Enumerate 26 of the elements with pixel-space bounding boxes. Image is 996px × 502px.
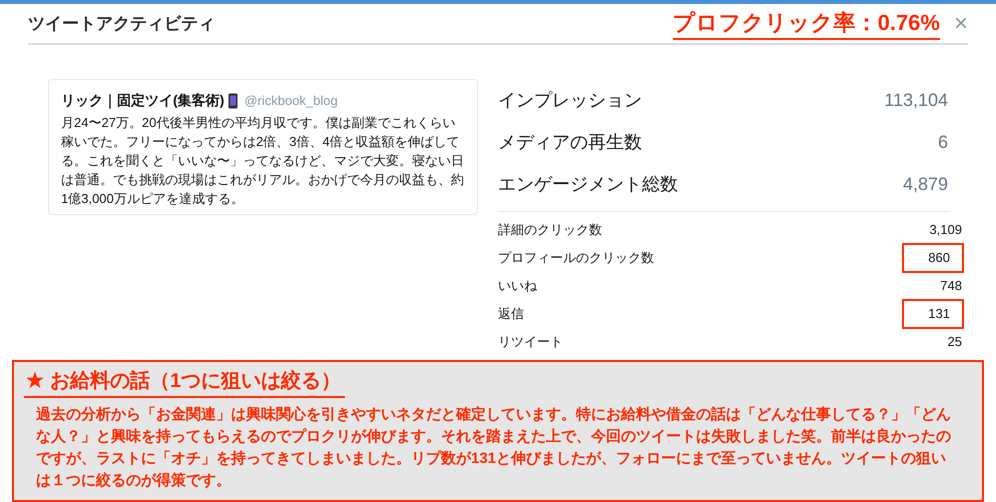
detail-label: 返信: [498, 305, 524, 324]
detail-value: 3,109: [928, 221, 963, 240]
metric-value: 4,879: [902, 172, 948, 196]
star-icon: ★: [26, 366, 44, 396]
detail-value: 748: [939, 277, 963, 296]
detail-value: 25: [946, 333, 963, 352]
metric-label: エンゲージメント総数: [498, 172, 678, 196]
note-heading: お給料の話（1つに狙いは絞る）: [50, 368, 342, 394]
metric-value: 6: [938, 130, 948, 154]
dialog-title: ツイートアクティビティ: [28, 12, 215, 35]
detail-label: いいね: [498, 277, 537, 296]
detail-label: リツイート: [498, 333, 563, 352]
phone-icon: [228, 92, 238, 108]
annotation-text: プロフクリック率：0.76%: [672, 8, 940, 40]
tweet-text: 月24〜27万。20代後半男性の平均月収です。僕は副業でこれくらい稼いでた。フリーになってからは2倍、3倍、4倍と収益額を伸ばしてる。これを聞くと「いいな〜」ってなるけど、マジで大変。寝ない日は普通。でも挑戦の現場はこれがリアル。おかげで今月の収益も、約1億3,000万ルピアを達成する。: [61, 114, 465, 208]
metric-label: インプレッション: [498, 88, 642, 112]
detail-label: プロフィールのクリック数: [498, 249, 654, 268]
metric-label: メディアの再生数: [498, 130, 642, 154]
author-handle: @rickbook_blog: [244, 92, 338, 110]
note-text: 過去の分析から「お金関連」は興味関心を引きやすいネタだと確定しています。特にお給料や借金の話は「どんな仕事してる？」「どんな人？」と興味を持ってもらえるのでプロクリが伸びます。それを踏まえた上で、今回のツイートは失敗しました笑。前半は良かったのですが、ラストに「オチ」を持ってきてしまいました。リプ数が131と伸びましたが、フォローにまで至っていません。ツイートの狙いは１つに絞るのが得策です。: [35, 405, 952, 491]
detail-value: 131: [902, 299, 964, 329]
close-button[interactable]: ×: [954, 12, 968, 36]
author-name: リック｜固定ツイ(集客術): [61, 91, 224, 111]
detail-label: 詳細のクリック数: [498, 221, 602, 240]
metric-value: 113,104: [884, 88, 948, 112]
detail-value: 860: [902, 243, 964, 273]
